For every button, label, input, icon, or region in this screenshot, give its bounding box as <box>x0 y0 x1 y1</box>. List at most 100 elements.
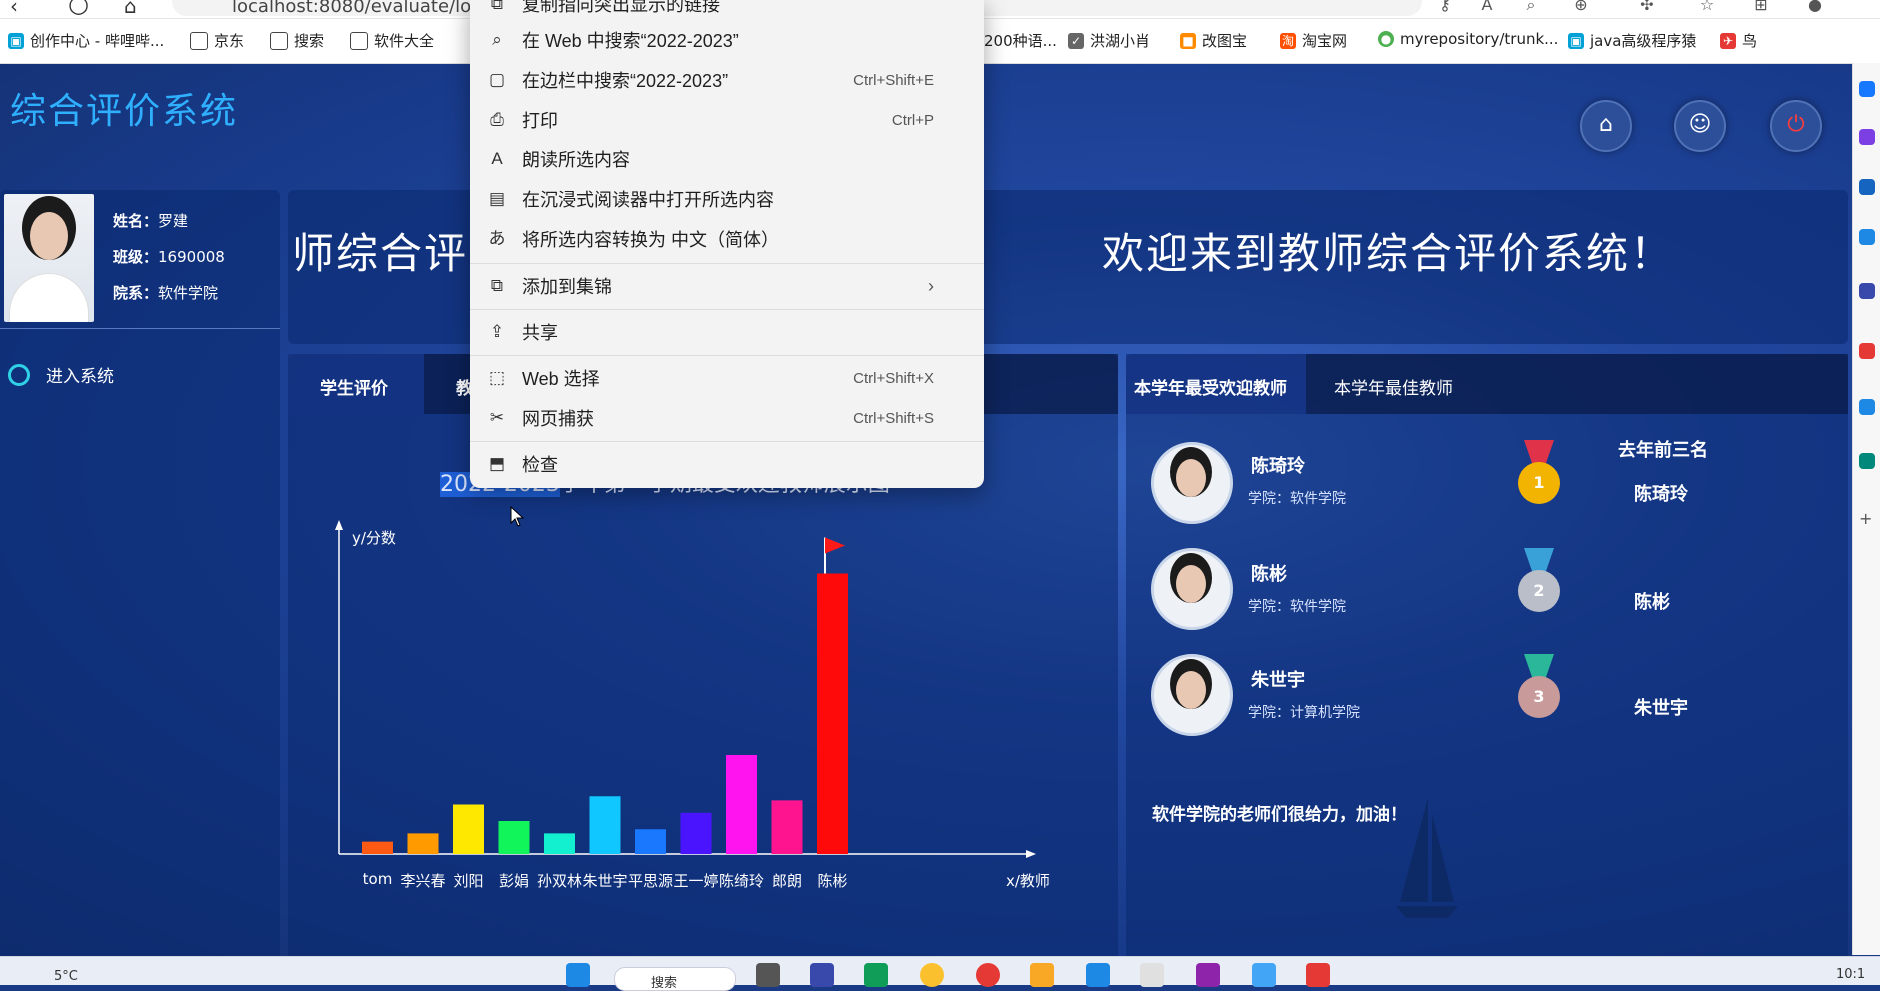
bird-logo-icon: ✈ <box>1720 32 1736 49</box>
bronze-medal-icon: 3 <box>1516 654 1562 724</box>
tab-student-evaluation[interactable]: 学生评价 <box>320 374 388 399</box>
app-icon[interactable] <box>810 963 834 987</box>
flag-icon <box>825 537 845 554</box>
clock: 10:1 <box>1836 967 1866 982</box>
bar-陈彬[interactable] <box>817 573 848 855</box>
share-icon: ⇪ <box>489 322 505 341</box>
teacher-avatar <box>1151 548 1233 630</box>
sidebar-app-icon[interactable] <box>1859 399 1875 415</box>
bar-李兴春[interactable] <box>407 833 439 854</box>
back-icon[interactable]: ‹ <box>10 0 18 18</box>
start-icon[interactable] <box>566 963 590 987</box>
bar-刘阳[interactable] <box>453 804 484 855</box>
menu-item-immersive-reader[interactable]: ▤ 在沉浸式阅读器中打开所选内容 <box>470 181 984 217</box>
tab-most-popular[interactable]: 本学年最受欢迎教师 <box>1134 374 1287 399</box>
key-icon[interactable]: ⚷ <box>1436 0 1454 14</box>
sidebar-app-icon[interactable] <box>1859 81 1875 97</box>
address-text: localhost:8080/evaluate/login_ <box>232 0 508 17</box>
teacher-college: 学院：软件学院 <box>1248 491 1346 507</box>
edge-icon[interactable] <box>864 963 888 987</box>
bookmark-item[interactable]: ✓ 洪湖小肖 <box>1068 30 1150 51</box>
sidebar-app-icon[interactable] <box>1859 179 1875 195</box>
sidebar-app-icon[interactable] <box>1859 229 1875 245</box>
home-button[interactable]: ⌂ <box>1580 100 1632 152</box>
bar-孙双林[interactable] <box>544 833 575 854</box>
menu-item-read-aloud[interactable]: A 朗读所选内容 <box>470 141 984 177</box>
bookmark-item[interactable]: 软件大全 <box>350 30 434 51</box>
bar-郎朗[interactable] <box>771 800 803 854</box>
bookmark-item[interactable]: ■ 改图宝 <box>1180 30 1247 51</box>
chrome-taskbar-icon[interactable] <box>920 963 944 987</box>
profile-avatar-icon[interactable]: ● <box>1806 0 1824 14</box>
sidebar-app-icon[interactable] <box>1859 343 1875 359</box>
taskview-icon[interactable] <box>756 963 780 987</box>
user-button[interactable]: ☺ <box>1674 100 1726 152</box>
bar-彭娟[interactable] <box>498 821 530 854</box>
read-aloud-toolbar-icon[interactable]: A <box>1478 0 1496 14</box>
avatar <box>4 194 94 322</box>
collections-toolbar-icon[interactable]: ⊞ <box>1752 0 1770 14</box>
chrome-icon: ● <box>1378 31 1394 47</box>
weather-text: 5°C <box>54 969 78 984</box>
favorites-icon[interactable]: ☆ <box>1698 0 1716 14</box>
sidebar-app-icon[interactable] <box>1859 453 1875 469</box>
bookmark-item[interactable]: ● myrepository/trunk... <box>1378 30 1558 48</box>
bookmark-item[interactable]: ✈ 鸟 <box>1720 30 1757 51</box>
bookmark-item[interactable]: ▣ java高级程序猿 <box>1568 30 1696 51</box>
intellij-icon[interactable] <box>1196 963 1220 987</box>
power-button[interactable]: ⏻ <box>1770 100 1822 152</box>
bilibili-icon: ▣ <box>8 32 24 49</box>
y-axis-arrow <box>335 520 343 530</box>
add-favorite-icon[interactable]: ⊕ <box>1572 0 1590 14</box>
bar-平思源[interactable] <box>635 829 666 854</box>
folder-icon[interactable] <box>1030 963 1054 987</box>
bookmark-item[interactable]: 搜索 <box>270 30 324 51</box>
menu-item-print[interactable]: ⎙ 打印 Ctrl+P <box>470 102 984 138</box>
divider <box>0 328 280 329</box>
app-title: 综合评价系统 <box>10 91 239 132</box>
bar-王一婷[interactable] <box>680 812 712 854</box>
menu-item-web-search[interactable]: ⌕ 在 Web 中搜索“2022-2023” <box>470 22 984 58</box>
bilibili-icon: ▣ <box>1568 32 1584 49</box>
home-nav-icon[interactable]: ⌂ <box>124 0 137 18</box>
sidebar-app-icon[interactable] <box>1859 129 1875 145</box>
taobao-icon: 淘 <box>1280 32 1296 49</box>
menu-item-sidebar-search[interactable]: ▢ 在边栏中搜索“2022-2023” Ctrl+Shift+E <box>470 62 984 98</box>
link-icon: ⧉ <box>490 0 504 13</box>
bookmark-item[interactable]: 淘淘宝网 <box>1280 30 1347 51</box>
chrome-taskbar-icon[interactable] <box>976 963 1000 987</box>
refresh-icon[interactable]: ○ <box>68 0 89 18</box>
teacher-college: 学院：计算机学院 <box>1248 705 1360 721</box>
image-tool-icon: ■ <box>1180 32 1196 49</box>
menu-item-web-select[interactable]: ⬚ Web 选择 Ctrl+Shift+X <box>470 360 984 396</box>
sidebar-search-icon: ▢ <box>488 70 506 89</box>
bookmark-item[interactable]: 京东 <box>190 30 244 51</box>
x-axis-arrow <box>1026 850 1036 858</box>
bookmark-item[interactable]: 200种语... <box>984 30 1057 51</box>
last-year-name: 朱世宇 <box>1634 698 1688 719</box>
bird-icon: ✓ <box>1068 32 1084 49</box>
menu-item-add-collections[interactable]: ⧉ 添加到集锦 › <box>470 268 984 304</box>
menu-item-translate[interactable]: あ将所选内容转换为 中文（简体） <box>470 221 984 257</box>
bookmark-item[interactable]: ▣ 创作中心 - 哔哩哔... <box>8 30 164 51</box>
zoom-icon[interactable]: ⌕ <box>1522 0 1540 14</box>
app-icon[interactable] <box>1086 963 1110 987</box>
menu-item-copy-link[interactable]: ⧉ 复制指向突出显示的链接 <box>470 0 984 22</box>
app-icon[interactable] <box>1140 963 1164 987</box>
enter-system-link[interactable]: 进入系统 <box>8 362 114 387</box>
profile-name: 姓名：罗建 <box>113 212 189 230</box>
menu-item-share[interactable]: ⇪ 共享 <box>470 314 984 350</box>
tab-best-teacher[interactable]: 本学年最佳教师 <box>1334 374 1453 399</box>
bar-陈绮玲[interactable] <box>726 755 757 854</box>
menu-item-inspect[interactable]: ⬒ 检查 <box>470 446 984 482</box>
extensions-icon[interactable]: ✣ <box>1638 0 1656 14</box>
taskbar-search[interactable]: 搜索 <box>614 967 736 991</box>
sidebar-app-icon[interactable] <box>1859 283 1875 299</box>
menu-item-web-capture[interactable]: ✂ 网页捕获 Ctrl+Shift+S <box>470 400 984 436</box>
inspect-icon: ⬒ <box>488 454 506 473</box>
calendar-icon[interactable] <box>1252 963 1276 987</box>
bar-朱世宇[interactable] <box>589 796 621 854</box>
bar-tom[interactable] <box>362 841 393 854</box>
app-icon[interactable] <box>1306 963 1330 987</box>
add-icon[interactable]: + <box>1859 509 1875 528</box>
